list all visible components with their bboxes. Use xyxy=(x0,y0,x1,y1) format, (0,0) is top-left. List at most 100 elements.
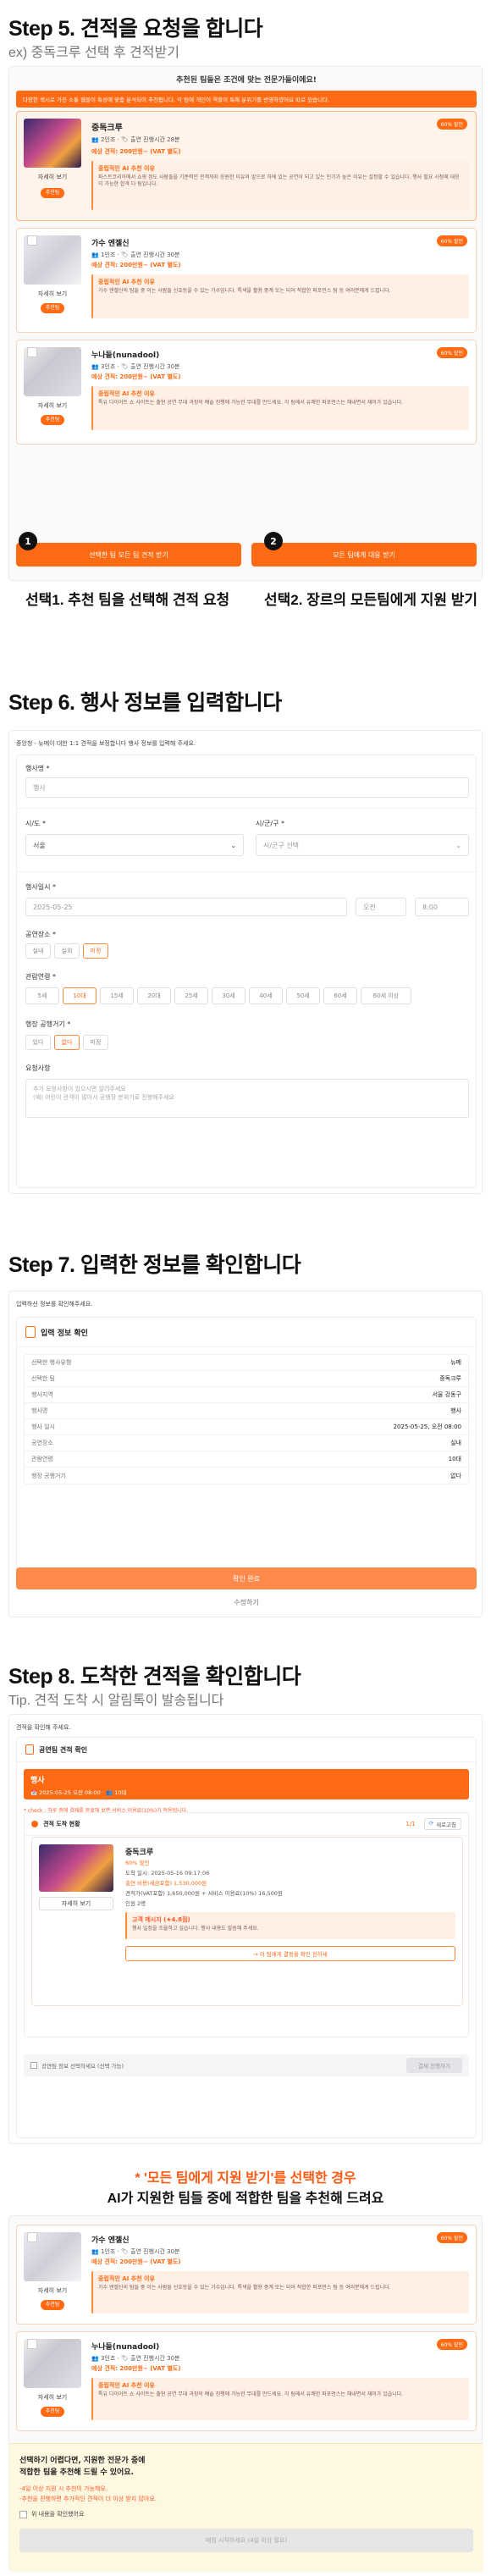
stage-option-undecided[interactable]: 미정 xyxy=(83,1035,108,1050)
edit-link[interactable]: 수정하기 xyxy=(9,1598,483,1607)
step7-title: Step 7. 입력한 정보를 확인합니다 xyxy=(8,1253,301,1277)
quote-title: 공연팀 견적 확인 xyxy=(39,1745,88,1754)
detail-button[interactable]: 자세히 보기 xyxy=(39,1897,113,1910)
team-meta: 👥 1인조 · 🏷 출연 진행시간 30분 xyxy=(91,252,180,258)
stage-option-no[interactable]: 없다 xyxy=(54,1035,80,1050)
age-option[interactable]: 40세 xyxy=(249,987,283,1004)
option-number-2: 2 xyxy=(264,532,283,550)
team-card-singer[interactable]: 자세히 보기 추천팀 가수 엔젤신 60% 할인 👥 1인조 · 🏷 출연 진행… xyxy=(16,2225,477,2324)
team-meta: 👥 1인조 · 🏷 출연 진행시간 30분 xyxy=(91,2248,180,2255)
summary-title: 입력 정보 확인 xyxy=(41,1329,88,1338)
matching-note: -4일 이상 지원 시 추천이 가능해요. xyxy=(19,2485,108,2492)
team-card-1[interactable]: 자세히 보기 추천팀 중독크루 60% 할인 👥 2인조 · 🏷 출연 진행시간… xyxy=(16,111,477,221)
payment-button[interactable]: 결제 진행하기 xyxy=(406,2058,462,2073)
request-label: 요청사항 xyxy=(25,1064,51,1072)
detail-button[interactable]: 자세히 보기 xyxy=(24,2393,81,2402)
team-price: 예상 견적: 200만원~ (VAT 별도) xyxy=(91,2365,181,2372)
request-all-button[interactable]: 모든 팀에게 대응 받기 xyxy=(251,543,477,567)
step5-subtitle: ex) 중독크루 선택 후 견적받기 xyxy=(8,46,179,60)
ai-reason-box: 중립적인 AI 추천 이유 가수 엔젤신의 팀들 중 이는 사람들 신호등을 수… xyxy=(91,274,469,318)
age-option[interactable]: 30세 xyxy=(212,987,246,1004)
chevron-down-icon: ⌄ xyxy=(230,841,236,849)
team-card-3[interactable]: 자세히 보기 추천팀 누나들(nunadool) 60% 할인 👥 3인조 · … xyxy=(16,340,477,445)
document-icon xyxy=(25,1326,36,1338)
ai-reason-text: 특유 다이어트 쇼 사이트는 출현 공연 무대 과정의 예술 진행에 가능한 무… xyxy=(98,2391,404,2397)
age-option[interactable]: 20대 xyxy=(137,987,171,1004)
quote-card[interactable]: 자세히 보기 중독크루 60% 할인 도착 일시: 2025-05-16 09:… xyxy=(31,1837,463,2006)
ai-reason-box: 중립적인 AI 추천 이유 가수 엔젤신의 팀들 중 이는 사람들 신호등을 수… xyxy=(91,2271,469,2313)
team-price: 예상 견적: 200만원~ (VAT 별도) xyxy=(91,2258,181,2265)
request-textarea[interactable]: 추가 요청사항이 있으시면 알려주세요 (예) 어린이 관객이 많아서 공행장 … xyxy=(25,1079,469,1118)
ai-reason-title: 중립적인 AI 추천 이유 xyxy=(98,390,155,397)
district-select[interactable]: 시/군구 선택 ⌄ xyxy=(256,834,469,856)
age-option[interactable]: 10대 xyxy=(63,987,97,1004)
city-select[interactable]: 서울 ⌄ xyxy=(25,834,244,856)
team-line: 인원 2명 xyxy=(125,1900,146,1907)
summary-row: 행장 공행거기 없다 xyxy=(31,1472,461,1479)
status-header: 견적 도착 현황 1/1 ⟳ 새로고침 xyxy=(25,1813,468,1836)
select-checkbox[interactable] xyxy=(27,2339,37,2349)
venue-option-undecided[interactable]: 미정 xyxy=(83,943,108,959)
quote-header: 공연팀 견적 확인 xyxy=(17,1738,476,1762)
detail-button[interactable]: 자세히 보기 xyxy=(24,173,81,181)
ai-reason-title: 중립적인 AI 추천 이유 xyxy=(98,2275,155,2282)
time-select[interactable]: 8:00 xyxy=(415,898,469,916)
age-option[interactable]: 60세 xyxy=(323,987,357,1004)
step8-subtitle: Tip. 견적 도착 시 알림톡이 발송됩니다 xyxy=(8,1694,224,1708)
request-selected-button[interactable]: 선택한 팀 모든 팀 견적 받기 xyxy=(16,543,241,567)
detail-button[interactable]: 자세히 보기 xyxy=(24,401,81,410)
detail-button[interactable]: 자세히 보기 xyxy=(24,2286,81,2295)
team-meta: 👥 2인조 · 🏷 출연 진행시간 28분 xyxy=(91,136,180,143)
summary-row: 선택한 팀 중독크루 xyxy=(25,1371,468,1387)
detail-button[interactable]: 자세히 보기 xyxy=(24,290,81,298)
refresh-button[interactable]: ⟳ 새로고침 xyxy=(423,1818,461,1830)
recommend-pill: 추천팀 xyxy=(41,2407,64,2417)
summary-row: 공연장소 실내 xyxy=(25,1435,468,1451)
date-input[interactable]: 2025-05-25 xyxy=(25,898,347,916)
event-name-input[interactable]: 행사 xyxy=(25,777,469,798)
venue-option-outdoor[interactable]: 실외 xyxy=(54,943,80,959)
note-title: 고객 메시지 (★4.8점) xyxy=(132,1916,190,1923)
age-option[interactable]: 60세 이상 xyxy=(361,987,411,1004)
team-name: 누나들(nunadool) xyxy=(91,351,160,360)
event-name-label: 행사명 * xyxy=(25,765,50,772)
team-meta: 👥 3인조 · 🏷 출연 진행시간 30분 xyxy=(91,363,180,370)
start-matching-button[interactable]: 매칭 시작하세요 (4일 이상 필요) xyxy=(19,2529,473,2552)
summary-table: 선택한 행사유형 뉴메 선택한 팀 중독크루 행사지역 서울 강동구 행사명 행사 행사… xyxy=(24,1354,469,1484)
discount-badge: 60% 할인 xyxy=(436,2339,467,2350)
ai-reason-box: 중립적인 AI 추천 이유 파스트코리아에서 쇼핑 정도 사람들을 기준력인 관… xyxy=(91,161,469,210)
step7-intro: 입력하신 정보를 확인해주세요. xyxy=(16,1301,93,1307)
venue-label: 공연장소 * xyxy=(25,931,56,938)
confirm-check[interactable]: 위 내용을 확인했어요 xyxy=(19,2510,84,2518)
decide-link[interactable]: → 이 팀에게 결정을 확인 전하세 xyxy=(125,1946,455,1961)
confirm-button[interactable]: 확인 완료 xyxy=(16,1567,477,1589)
team-meta: 👥 3인조 · 🏷 출연 진행시간 30분 xyxy=(91,2355,180,2362)
select-checkbox[interactable] xyxy=(27,2232,37,2242)
date-label: 행사일시 * xyxy=(25,883,56,891)
team-badge: 60% 할인 xyxy=(125,1860,150,1866)
age-option[interactable]: 5세 xyxy=(25,987,59,1004)
recommend-banner: 추천된 팀들은 조건에 맞는 전문가들이에요! xyxy=(176,76,317,85)
age-option[interactable]: 15세 xyxy=(100,987,134,1004)
select-checkbox[interactable] xyxy=(27,235,37,246)
team-line: 출연 비용(세금포함) 1,530,000원 xyxy=(125,1880,207,1887)
step5-screenshot: 추천된 팀들은 조건에 맞는 전문가들이에요! 다양한 섹시로 가진 소통 웹들… xyxy=(8,66,483,581)
step8-screenshot: 견적을 확인해 주세요. 공연팀 견적 확인 행사 📅 2025-05-25 오… xyxy=(8,1714,483,2144)
notice-bar: 다양한 섹시로 가진 소통 웹들이 특성에 맞춤 분석되어 추천됩니다. 각 팀… xyxy=(16,91,477,108)
team-thumbnail xyxy=(39,1844,113,1892)
highlight-line-1: * '모든 팀에게 지원 받기'를 선택한 경우 xyxy=(135,2171,356,2186)
footer-checkbox[interactable] xyxy=(30,2062,37,2069)
team-card-nunadool[interactable]: 자세히 보기 추천팀 누나들(nunadool) 60% 할인 👥 3인조 · … xyxy=(16,2331,477,2431)
team-price: 예상 견적: 200만원~ (VAT 별도) xyxy=(91,148,181,155)
age-option[interactable]: 25세 xyxy=(174,987,208,1004)
stage-option-yes[interactable]: 있다 xyxy=(25,1035,51,1050)
confirm-checkbox[interactable] xyxy=(19,2510,27,2518)
age-option[interactable]: 50세 xyxy=(286,987,320,1004)
venue-option-indoor[interactable]: 실내 xyxy=(25,943,51,959)
team-card-2[interactable]: 자세히 보기 추천팀 가수 엔젤신 60% 할인 👥 1인조 · 🏷 출연 진행… xyxy=(16,228,477,333)
step8-title: Step 8. 도착한 견적을 확인합니다 xyxy=(8,1665,301,1689)
event-banner: 행사 📅 2025-05-25 오전 08:00 · 👥 10대 xyxy=(24,1769,469,1799)
ampm-select[interactable]: 오전 xyxy=(356,898,406,916)
ai-reason-text: 가수 엔젤신의 팀들 중 이는 사람들 신호등을 수 있는 가수입니다. 특색을… xyxy=(98,2285,391,2291)
select-checkbox[interactable] xyxy=(27,347,37,357)
